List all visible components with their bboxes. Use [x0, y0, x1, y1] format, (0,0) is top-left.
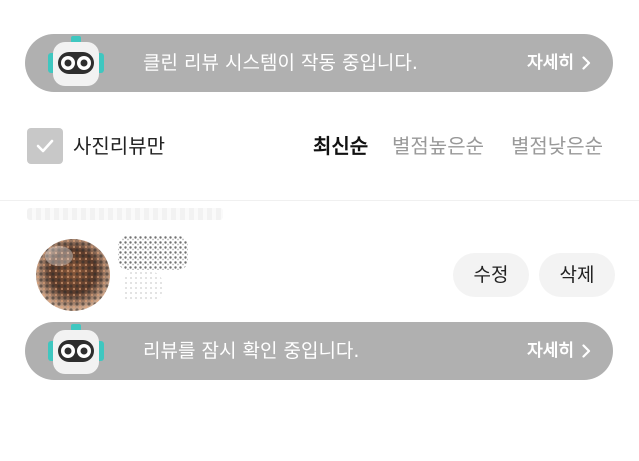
banner-more-link[interactable]: 자세히: [527, 34, 591, 92]
photo-only-checkbox[interactable]: [27, 128, 63, 164]
banner-more-link[interactable]: 자세히: [527, 322, 591, 380]
review-checking-banner[interactable]: 리뷰를 잠시 확인 중입니다. 자세히: [25, 322, 613, 380]
photo-only-label[interactable]: 사진리뷰만: [73, 122, 165, 170]
chevron-right-icon: [582, 344, 591, 358]
banner-message: 클린 리뷰 시스템이 작동 중입니다.: [143, 52, 418, 74]
check-icon: [36, 139, 54, 153]
divider: [0, 200, 639, 201]
sort-rating-low[interactable]: 별점낮은순: [511, 122, 603, 170]
banner-more-label: 자세히: [527, 341, 574, 361]
sort-latest[interactable]: 최신순: [313, 122, 368, 170]
delete-review-button[interactable]: 삭제: [539, 253, 615, 297]
chevron-right-icon: [582, 56, 591, 70]
review-photo-thumbnail[interactable]: [33, 236, 113, 314]
banner-message: 리뷰를 잠시 확인 중입니다.: [143, 340, 360, 362]
blurred-review-meta: [27, 208, 223, 220]
review-filter-bar: 사진리뷰만 최신순 별점높은순 별점낮은순: [0, 122, 639, 170]
banner-more-label: 자세히: [527, 53, 574, 73]
review-photo-thumbnail[interactable]: [114, 236, 192, 306]
robot-mascot-icon: [48, 36, 104, 86]
clean-review-banner[interactable]: 클린 리뷰 시스템이 작동 중입니다. 자세히: [25, 34, 613, 92]
sort-rating-high[interactable]: 별점높은순: [392, 122, 484, 170]
edit-review-button[interactable]: 수정: [453, 253, 529, 297]
robot-mascot-icon: [48, 324, 104, 374]
